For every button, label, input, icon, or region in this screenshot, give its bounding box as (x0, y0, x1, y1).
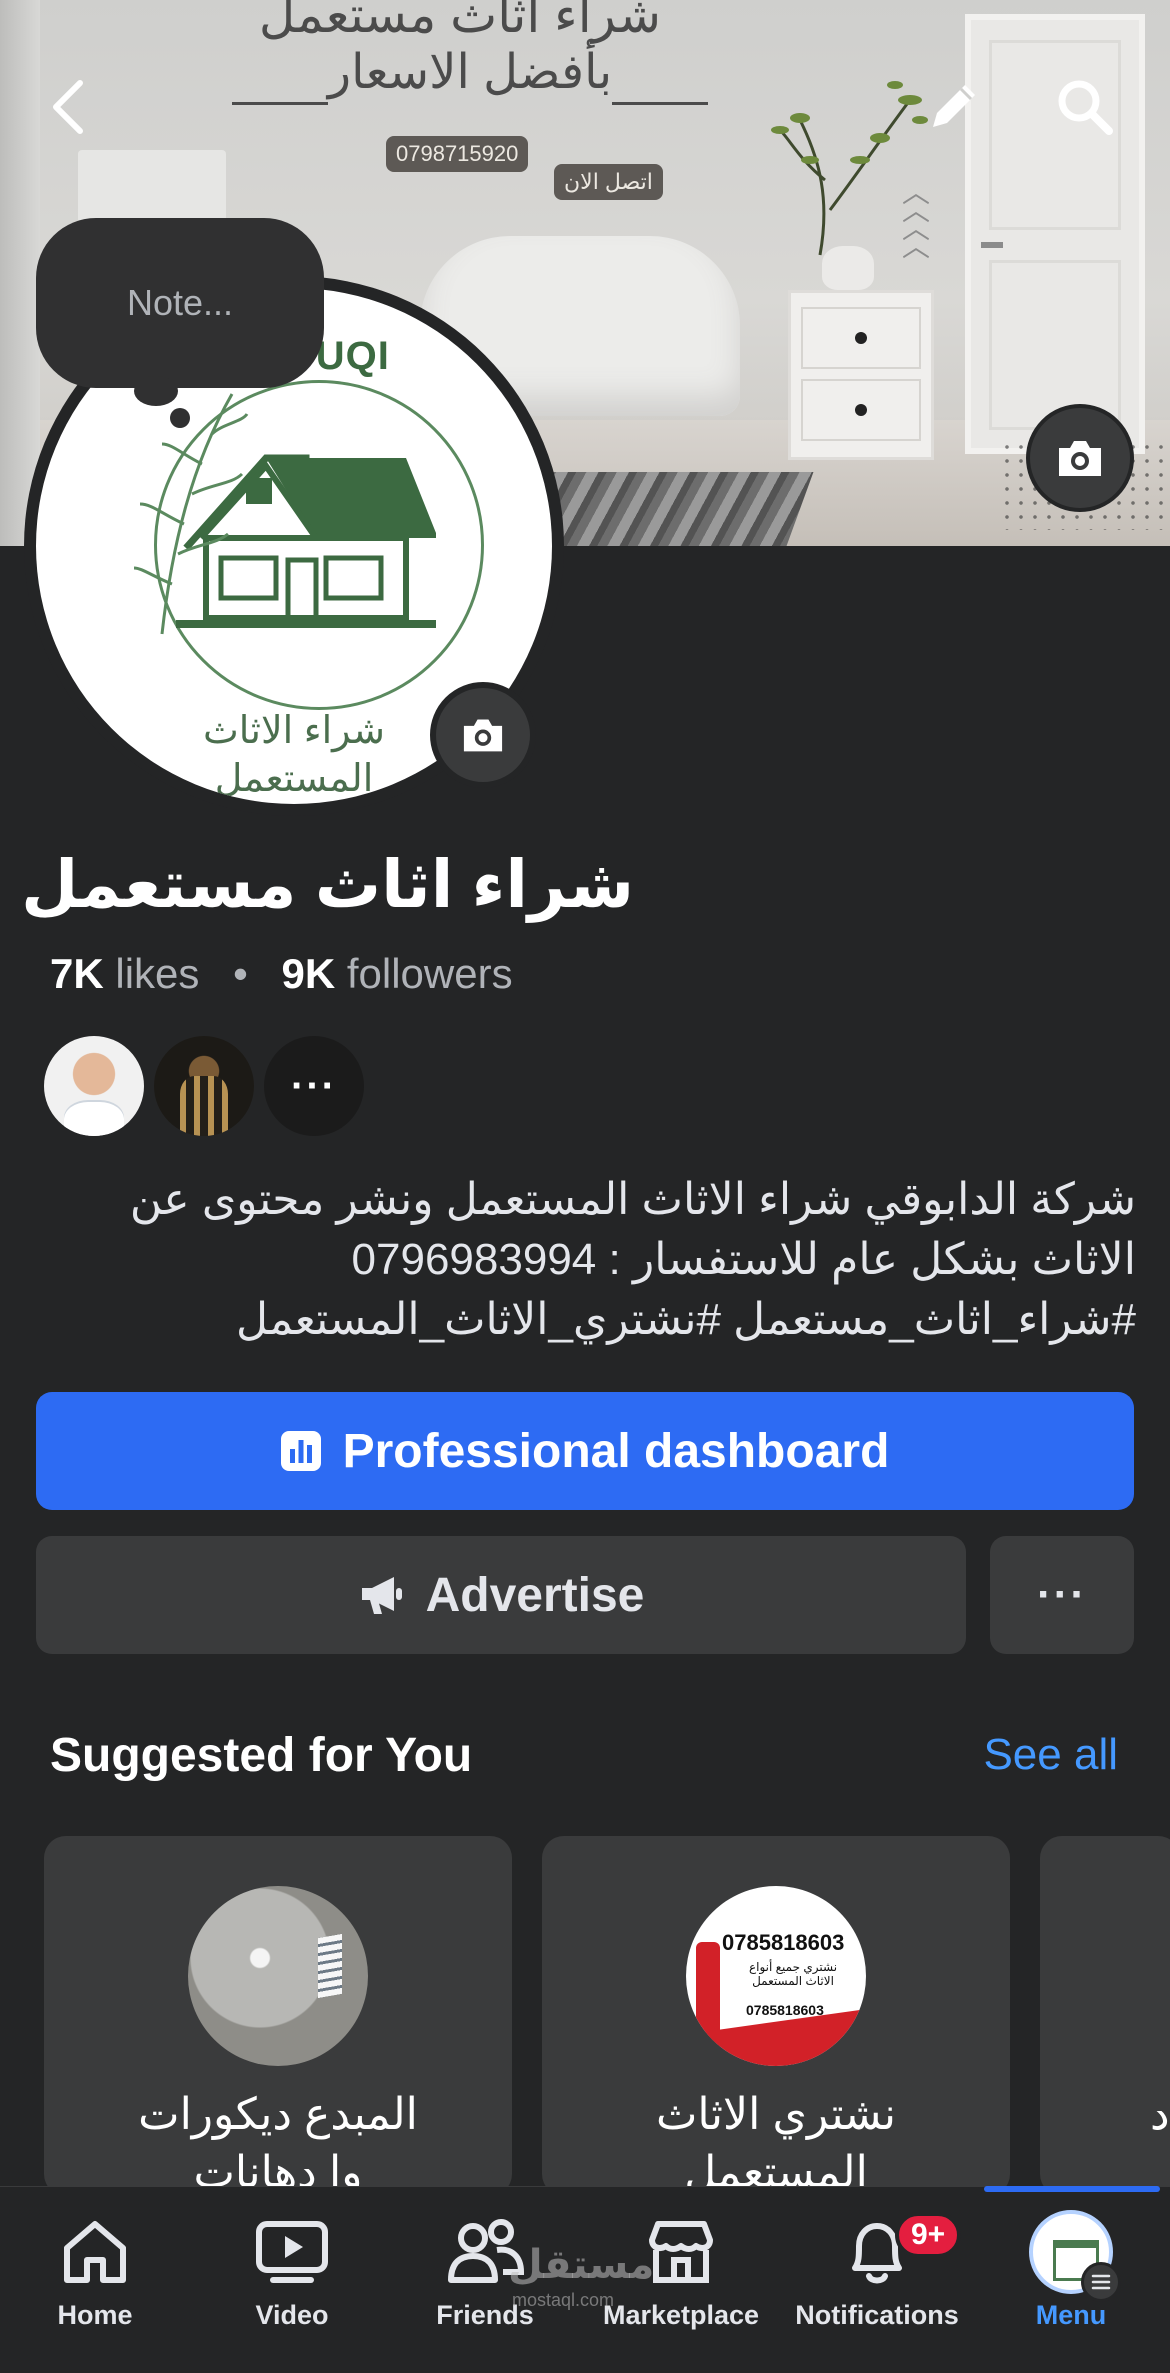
cover-underline-right (612, 102, 708, 105)
edit-cover-button[interactable] (1026, 404, 1134, 512)
cover-subheadline: بأفضل الاسعار (327, 46, 613, 99)
likes-count: 7K (50, 950, 104, 997)
suggested-card[interactable]: د (1040, 1836, 1170, 2196)
page-title: شراء اثاث مستعمل (21, 847, 634, 921)
suggested-card-photo: 0785818603 نشتري جميع أنواع الاثاث المست… (686, 1886, 866, 2066)
home-icon (64, 2221, 126, 2283)
pencil-icon (933, 85, 975, 127)
advertise-button[interactable]: Advertise (36, 1536, 966, 1654)
suggested-card[interactable]: المبدع ديكورات وا دهانات (44, 1836, 512, 2196)
cover-contact-pill: اتصل الان (554, 164, 663, 200)
more-actions-button[interactable]: ··· (990, 1536, 1134, 1654)
cover-phone-pill: 0798715920 (386, 136, 529, 172)
tab-label: Marketplace (602, 2300, 760, 2330)
dashboard-icon (280, 1431, 321, 1471)
stats-separator: • (233, 950, 248, 997)
dashboard-label: Professional dashboard (342, 1424, 890, 1478)
bio-line: شركة الدابوقي شراء الاثاث المستعمل ونشر … (129, 1175, 1136, 1224)
professional-dashboard-button[interactable]: Professional dashboard (36, 1392, 1134, 1510)
back-button[interactable] (38, 72, 98, 142)
note-bubble[interactable]: Note... (36, 218, 324, 388)
marketplace-icon (649, 2221, 713, 2283)
cover-curtain (0, 0, 40, 546)
chevron-left-icon (53, 80, 83, 134)
note-tail-dot (170, 408, 190, 428)
bio-line: #شراء_اثاث_مستعمل #نشتري_الاثاث_المستعمل (236, 1295, 1136, 1344)
tab-label: Notifications (795, 2300, 959, 2330)
tab-label: Menu (1035, 2300, 1107, 2330)
bio-line: الاثاث بشكل عام للاستفسار : 0796983994 (351, 1235, 1136, 1284)
more-followers-button[interactable]: ··· (264, 1036, 364, 1136)
followers-label: followers (346, 950, 513, 997)
hamburger-icon (1081, 2262, 1121, 2302)
see-all-link[interactable]: See all (983, 1730, 1118, 1780)
watermark: مستقل (508, 2243, 655, 2287)
followers-count: 9K (281, 950, 336, 997)
follower-avatars[interactable]: ··· (44, 1036, 374, 1136)
chevron-up-icon: ︿ ︿ ︿ ︿ (901, 177, 930, 262)
note-tail (134, 376, 178, 406)
follower-avatar[interactable] (44, 1036, 144, 1136)
photo-caption: نشتري جميع أنواع الاثاث المستعمل (748, 1960, 838, 1988)
watermark-url: mostaql.com (512, 2290, 615, 2310)
camera-icon (463, 719, 503, 752)
video-icon (256, 2221, 328, 2283)
cover-cabinet (788, 290, 934, 460)
likes-label: likes (115, 950, 200, 997)
cover-underline-left (232, 102, 328, 105)
more-icon: ··· (1037, 1570, 1087, 1619)
tab-video[interactable]: Video (207, 2212, 377, 2352)
edit-avatar-button[interactable] (430, 682, 536, 788)
search-button[interactable] (1050, 72, 1120, 142)
leaf-icon (133, 393, 249, 635)
tab-label: Video (255, 2300, 329, 2330)
suggested-card[interactable]: 0785818603 نشتري جميع أنواع الاثاث المست… (542, 1836, 1010, 2196)
page-bio: شركة الدابوقي شراء الاثاث المستعمل ونشر … (36, 1170, 1136, 1350)
tab-label: Home (57, 2300, 133, 2330)
suggested-title: Suggested for You (50, 1729, 473, 1782)
tab-home[interactable]: Home (10, 2212, 180, 2352)
more-icon: ··· (291, 1063, 337, 1108)
advertise-label: Advertise (425, 1568, 645, 1622)
megaphone-icon (361, 1577, 402, 1614)
edit-button[interactable] (918, 72, 988, 142)
camera-icon (1059, 441, 1101, 476)
follower-avatar[interactable] (154, 1036, 254, 1136)
photo-phone: 0785818603 (722, 1930, 845, 1955)
suggested-card-name: نشتري الاثاث (655, 2090, 897, 2139)
cover-headline: شراء اثاث مستعمل (258, 0, 662, 43)
suggested-card-photo (188, 1886, 368, 2066)
note-placeholder: Note... (126, 282, 234, 323)
cover-vase (822, 246, 874, 290)
suggested-card-name: المبدع ديكورات (138, 2090, 418, 2139)
active-tab-indicator (984, 2186, 1160, 2192)
notification-badge: 9+ (895, 2212, 962, 2258)
page-stats[interactable]: 7K likes • 9K followers (50, 950, 513, 998)
suggested-card-name: د (1150, 2090, 1170, 2139)
search-icon (1058, 80, 1113, 135)
tab-menu[interactable]: Menu (986, 2210, 1156, 2352)
tab-notifications[interactable]: 9+ Notifications (792, 2212, 962, 2352)
